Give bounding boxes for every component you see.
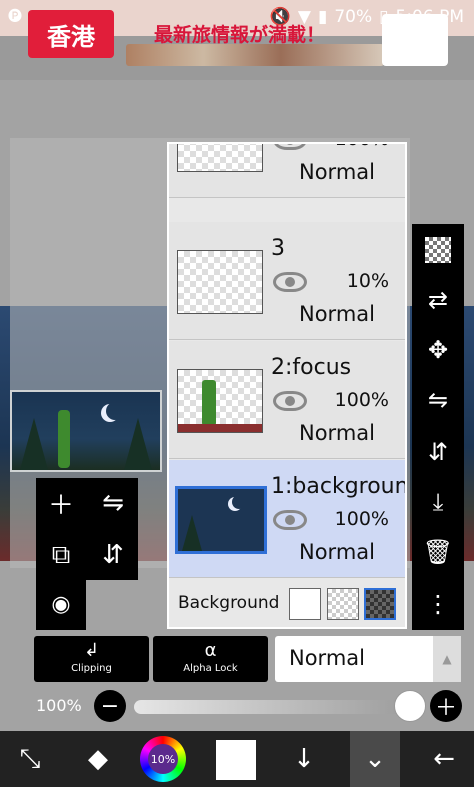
layer-blend: Normal	[299, 540, 375, 564]
ad-food-image[interactable]	[126, 44, 384, 66]
layer-row-selected[interactable]: 1:background 100% Normal	[169, 460, 405, 578]
tree-shape	[20, 418, 48, 470]
notification-icon: 🅟	[8, 9, 22, 25]
merge-down-icon[interactable]: ⤓	[412, 478, 464, 526]
opacity-value: 100%	[36, 696, 82, 715]
duplicate-layer-icon[interactable]: ⧉	[36, 530, 86, 580]
character-shape	[58, 410, 70, 468]
color-wheel-label: 10%	[148, 744, 178, 774]
blend-mode-value: Normal	[289, 646, 365, 670]
clipping-arrow-icon: ↲	[83, 640, 100, 661]
status-indicators: 🔇 ▼ ▮ 70% ▯ 5:06 PM	[270, 6, 464, 28]
background-transparent-swatch[interactable]	[327, 588, 359, 620]
background-label: Background	[178, 593, 280, 613]
visibility-eye-icon[interactable]	[273, 391, 307, 411]
layer-blend: Normal	[299, 160, 375, 184]
moon-shape	[232, 495, 246, 509]
layer-opacity: 100%	[335, 144, 389, 150]
transparency-grid-icon[interactable]	[412, 226, 464, 274]
layer-row[interactable]: 100% Normal	[169, 144, 405, 198]
layer-row[interactable]: 3 10% Normal	[169, 222, 405, 340]
visibility-eye-icon[interactable]	[273, 510, 307, 530]
flip-horizontal-icon[interactable]: ⇋	[88, 478, 138, 528]
alpha-lock-label: Alpha Lock	[183, 663, 238, 674]
clipping-button[interactable]: ↲ Clipping	[34, 636, 149, 682]
layer-thumbnail	[177, 369, 263, 433]
swap-layers-icon[interactable]: ⇄	[412, 276, 464, 324]
ground-shape	[178, 424, 262, 432]
clipping-label: Clipping	[71, 663, 112, 674]
eraser-icon[interactable]: ◆	[68, 731, 128, 787]
move-icon[interactable]: ✥	[412, 326, 464, 374]
tree-shape	[124, 418, 152, 470]
layer-thumbnail	[177, 250, 263, 314]
alpha-lock-button[interactable]: α Alpha Lock	[153, 636, 268, 682]
flip-vertical-icon[interactable]: ⇵	[412, 428, 464, 476]
layer-opacity: 100%	[334, 389, 389, 411]
mute-icon: 🔇	[269, 7, 291, 27]
add-layer-icon[interactable]: ＋	[36, 478, 86, 528]
layer-blend: Normal	[299, 302, 375, 326]
alpha-lock-icon: α	[204, 640, 217, 661]
layers-toggle-icon[interactable]: ⌄	[345, 731, 405, 787]
left-tool-palette-lower: ◉	[36, 578, 86, 630]
opacity-increase-button[interactable]: ＋	[430, 690, 462, 722]
visibility-eye-icon[interactable]	[273, 144, 307, 150]
character-shape	[202, 380, 216, 426]
wifi-icon: ▼	[297, 7, 311, 27]
layer-thumbnail	[175, 486, 267, 554]
opacity-slider-track[interactable]	[134, 700, 424, 714]
layer-row[interactable]: 2:focus 100% Normal	[169, 341, 405, 459]
opacity-slider-knob[interactable]	[394, 690, 426, 722]
flip-horizontal-icon[interactable]: ⇋	[412, 376, 464, 424]
layer-name: 1:background	[271, 474, 405, 499]
opacity-decrease-button[interactable]: −	[94, 690, 126, 722]
more-menu-icon[interactable]: ⋮	[412, 580, 464, 628]
background-dark-swatch[interactable]	[364, 588, 396, 620]
current-color-swatch[interactable]	[216, 740, 256, 780]
left-tool-palette: ＋ ⇋ ⧉ ⇵	[36, 478, 138, 580]
layer-name: 2:focus	[271, 355, 352, 380]
color-wheel-icon[interactable]: 10%	[140, 736, 186, 782]
layer-blend: Normal	[299, 421, 375, 445]
battery-percent: 70%	[334, 7, 373, 27]
background-white-swatch[interactable]	[289, 588, 321, 620]
blend-mode-select[interactable]: Normal ▲	[275, 636, 461, 682]
layer-panel: 100% Normal 3 10% Normal 2:focus 100% No…	[167, 142, 407, 629]
moon-shape	[106, 402, 124, 420]
signal-icon: ▮	[317, 7, 328, 27]
visibility-eye-icon[interactable]	[273, 272, 307, 292]
layer-opacity: 100%	[334, 508, 389, 530]
navigator-preview[interactable]	[10, 390, 162, 472]
triangle-up-icon[interactable]: ▲	[433, 636, 461, 682]
tree-shape	[182, 515, 202, 551]
ad-left-label[interactable]: 香港	[28, 10, 114, 58]
arrow-down-icon[interactable]: ↓	[274, 731, 334, 787]
background-row: Background	[169, 581, 405, 627]
layer-name: 3	[271, 236, 285, 261]
layer-thumbnail	[177, 144, 263, 172]
layer-opacity: 10%	[346, 270, 389, 292]
camera-icon[interactable]: ◉	[36, 579, 86, 629]
clock: 5:06 PM	[395, 7, 465, 27]
delete-layer-icon[interactable]: 🗑	[412, 528, 464, 576]
battery-icon: ▯	[379, 7, 389, 27]
transform-icon[interactable]: ⤡	[0, 731, 60, 787]
back-arrow-icon[interactable]: ←	[414, 731, 474, 787]
flip-vertical-icon[interactable]: ⇵	[88, 530, 138, 580]
right-tool-column: ⇄ ✥ ⇋ ⇵ ⤓ 🗑 ⋮	[412, 224, 464, 630]
